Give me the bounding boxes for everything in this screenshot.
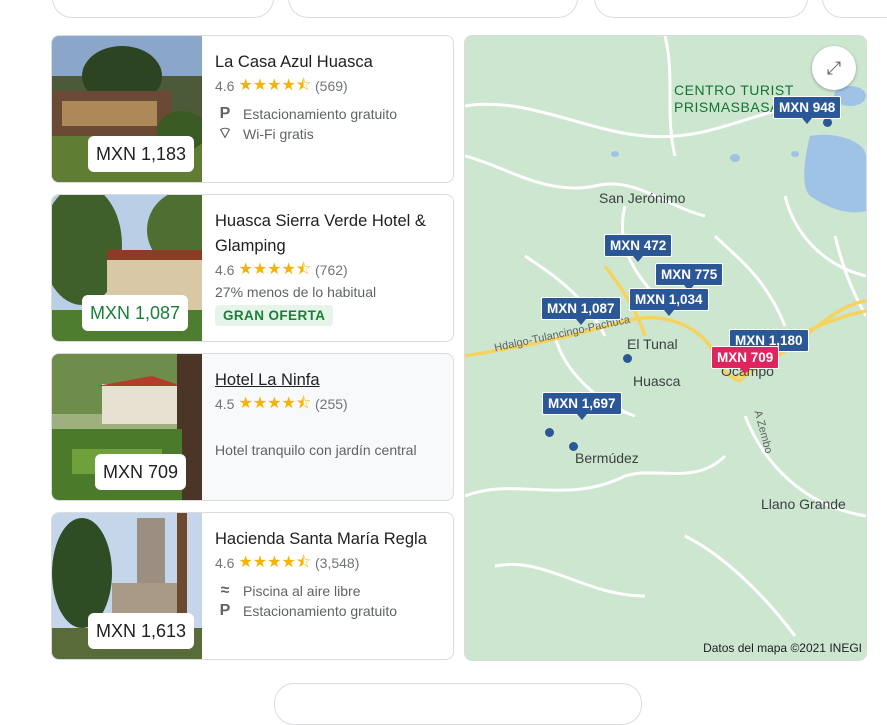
price-pin-selected[interactable]: MXN 709 [711,346,780,374]
hotel-photo: MXN 1,613 [52,513,202,659]
parking-icon: P [219,602,231,619]
star-rating-icon: ★★★★⯪ [238,261,311,278]
hotel-name[interactable]: Hacienda Santa María Regla [215,527,443,552]
price-pin[interactable]: MXN 948 [773,96,842,124]
hotel-card[interactable]: MXN 709 Hotel La Ninfa 4.5 ★★★★⯪ (255) H… [51,353,454,501]
amenity-label: Piscina al aire libre [243,583,361,599]
price-badge: MXN 709 [95,454,187,490]
map[interactable]: CENTRO TURIST PRISMASBASA San Jerónimo El… [464,35,867,661]
hotel-name[interactable]: La Casa Azul Huasca [215,50,443,75]
price-pin[interactable]: MXN 1,087 [541,297,621,325]
amenity-label: Estacionamiento gratuito [243,106,398,122]
price-pin[interactable]: MXN 1,034 [629,288,709,316]
star-rating-icon: ★★★★⯪ [238,554,311,571]
hotel-card[interactable]: MXN 1,087 Huasca Sierra Verde Hotel & Gl… [51,194,454,342]
hotel-dot[interactable] [545,428,554,437]
rating-value: 4.6 [215,555,235,571]
hotel-name[interactable]: Hotel La Ninfa [215,368,443,393]
price-badge: MXN 1,087 [82,295,189,331]
filter-chip[interactable] [288,0,578,18]
place-label: San Jerónimo [599,190,686,206]
map-attribution: Datos del mapa ©2021 INEGI [703,641,862,655]
amenity-item: ⌔ Wi-Fi gratis [215,124,443,144]
rating-row: 4.6 ★★★★⯪ (569) [215,76,443,96]
price-pin[interactable]: MXN 472 [604,234,673,262]
rating-value: 4.5 [215,396,235,412]
star-rating-icon: ★★★★⯪ [238,395,311,412]
amenity-item: P Estacionamiento gratuito [215,601,443,621]
parking-icon: P [219,105,231,122]
place-label: Llano Grande [761,496,846,512]
hotel-description: Hotel tranquilo con jardín central [215,442,417,458]
hotel-photo: MXN 1,183 [52,36,202,182]
filter-chip[interactable] [594,0,808,18]
amenity-item: P Estacionamiento gratuito [215,104,443,124]
rating-value: 4.6 [215,262,235,278]
wifi-icon: ⌔ [217,125,233,142]
filter-chip[interactable] [822,0,887,18]
review-count: (3,548) [315,555,360,571]
price-pin[interactable]: MXN 1,697 [542,392,622,420]
place-label: Huasca [633,373,681,389]
price-badge: MXN 1,613 [88,613,195,649]
price-badge: MXN 1,183 [88,136,195,172]
hotel-dot[interactable] [823,118,832,127]
expand-map-icon[interactable]: ⤢ [812,46,856,90]
review-count: (569) [315,78,348,94]
hotel-card[interactable]: MXN 1,613 Hacienda Santa María Regla 4.6… [51,512,454,660]
filter-chip[interactable] [52,0,274,18]
deal-badge: GRAN OFERTA [215,305,334,326]
more-results-button[interactable] [274,683,642,725]
rating-row: 4.6 ★★★★⯪ (3,548) [215,553,443,573]
hotel-name[interactable]: Huasca Sierra Verde Hotel & Glamping [215,209,443,259]
deal-text: 27% menos de lo habitual [215,284,377,300]
review-count: (762) [315,262,348,278]
price-pin[interactable]: MXN 775 [655,263,724,291]
hotel-photo: MXN 709 [52,354,202,500]
star-rating-icon: ★★★★⯪ [238,77,311,94]
pool-icon: ≈ [220,582,230,599]
review-count: (255) [315,396,348,412]
rating-value: 4.6 [215,78,235,94]
rating-row: 4.6 ★★★★⯪ (762) [215,260,443,280]
hotel-dot[interactable] [569,442,578,451]
amenity-label: Wi-Fi gratis [243,126,314,142]
place-label: El Tunal [627,336,678,352]
hotel-card[interactable]: MXN 1,183 La Casa Azul Huasca 4.6 ★★★★⯪ … [51,35,454,183]
place-label: Bermúdez [575,450,639,466]
hotel-dot[interactable] [623,354,632,363]
rating-row: 4.5 ★★★★⯪ (255) [215,394,443,414]
amenity-item: ≈ Piscina al aire libre [215,581,443,601]
hotel-photo: MXN 1,087 [52,195,202,341]
amenity-label: Estacionamiento gratuito [243,603,398,619]
